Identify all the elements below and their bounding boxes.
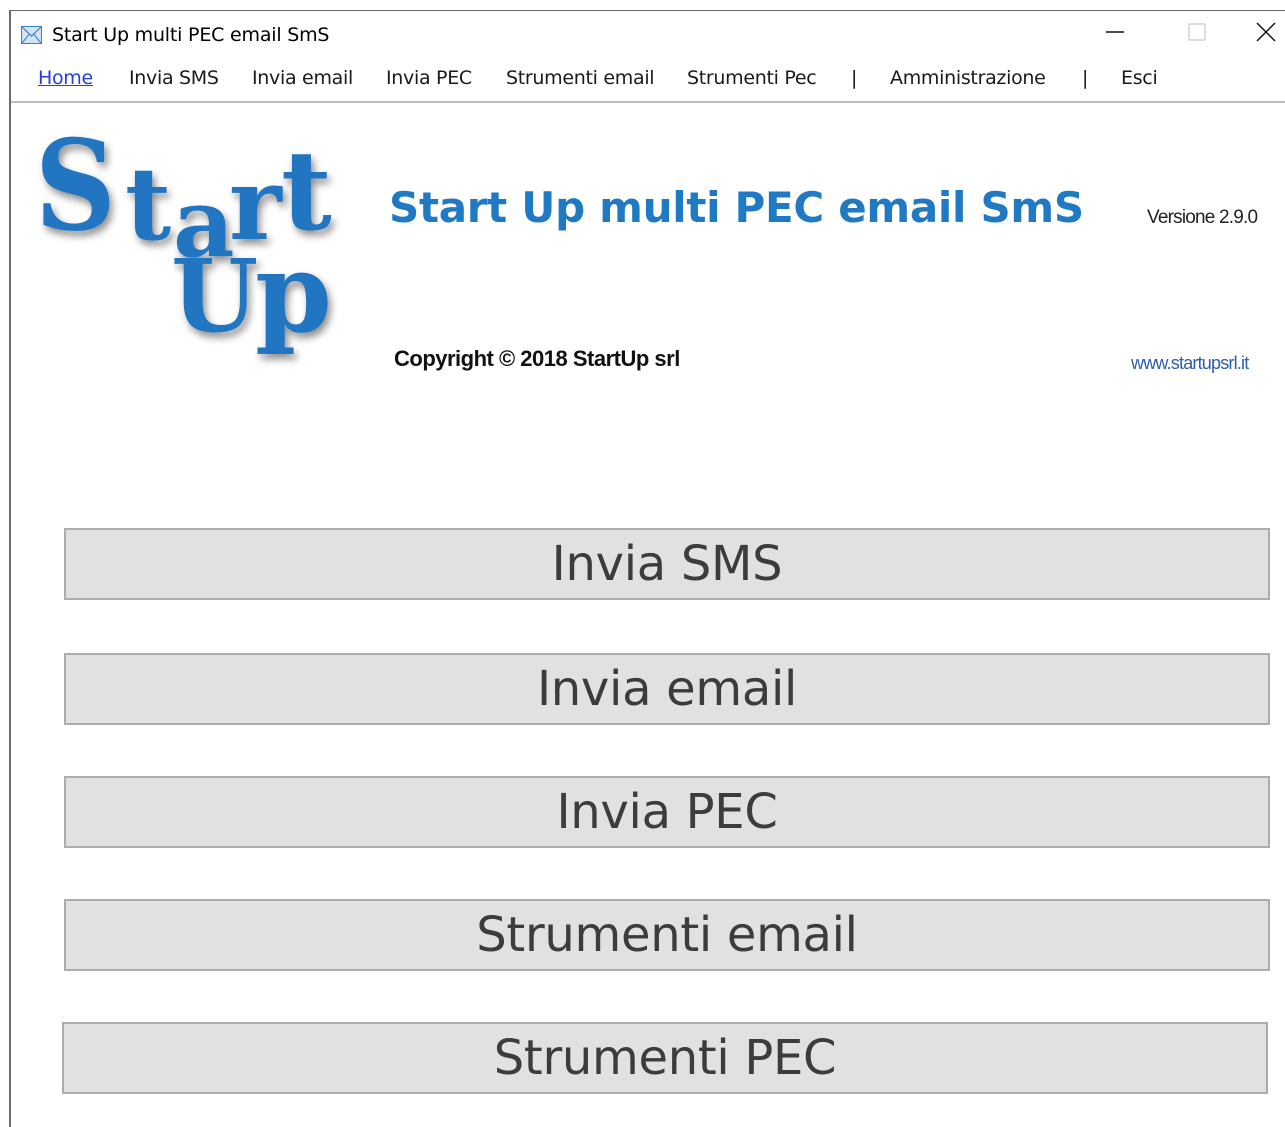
- title-bar: Start Up multi PEC email SmS: [11, 11, 1285, 57]
- minimize-icon: [1105, 22, 1125, 46]
- menu-item-amministrazione[interactable]: Amministrazione: [890, 67, 1046, 89]
- menu-item-esci[interactable]: Esci: [1121, 67, 1158, 89]
- close-icon: [1256, 22, 1276, 46]
- strumenti-email-button[interactable]: Strumenti email: [64, 899, 1270, 971]
- invia-sms-button[interactable]: Invia SMS: [64, 528, 1270, 600]
- menu-item-home[interactable]: Home: [38, 67, 93, 89]
- startup-logo: S t a r t U p: [33, 112, 353, 391]
- menu-item-strumenti-pec[interactable]: Strumenti Pec: [687, 67, 817, 89]
- menu-bar: Home Invia SMS Invia email Invia PEC Str…: [11, 57, 1285, 103]
- copyright-label: Copyright © 2018 StartUp srl: [394, 346, 680, 371]
- app-window: Start Up multi PEC email SmS Home Invia …: [9, 10, 1285, 1127]
- strumenti-pec-button[interactable]: Strumenti PEC: [62, 1022, 1268, 1094]
- menu-item-invia-pec[interactable]: Invia PEC: [386, 67, 472, 89]
- menu-item-invia-email[interactable]: Invia email: [252, 67, 353, 89]
- svg-text:U: U: [171, 237, 258, 355]
- window-title: Start Up multi PEC email SmS: [52, 24, 330, 46]
- svg-text:S: S: [35, 121, 116, 259]
- version-label: Versione 2.9.0: [1147, 207, 1258, 228]
- invia-pec-button[interactable]: Invia PEC: [64, 776, 1270, 848]
- menu-item-invia-sms[interactable]: Invia SMS: [129, 67, 219, 89]
- maximize-icon: [1188, 23, 1206, 45]
- envelope-icon: [21, 26, 42, 44]
- svg-text:p: p: [255, 228, 332, 357]
- website-link[interactable]: www.startupsrl.it: [1131, 353, 1249, 374]
- menu-item-strumenti-email[interactable]: Strumenti email: [506, 67, 655, 89]
- menu-separator: |: [1082, 67, 1089, 89]
- svg-text:t: t: [125, 145, 171, 263]
- app-title: Start Up multi PEC email SmS: [389, 183, 1084, 232]
- minimize-button[interactable]: [1085, 11, 1145, 57]
- maximize-button[interactable]: [1167, 11, 1227, 57]
- invia-email-button[interactable]: Invia email: [64, 653, 1270, 725]
- close-button[interactable]: [1245, 11, 1285, 57]
- menu-separator: |: [851, 67, 858, 89]
